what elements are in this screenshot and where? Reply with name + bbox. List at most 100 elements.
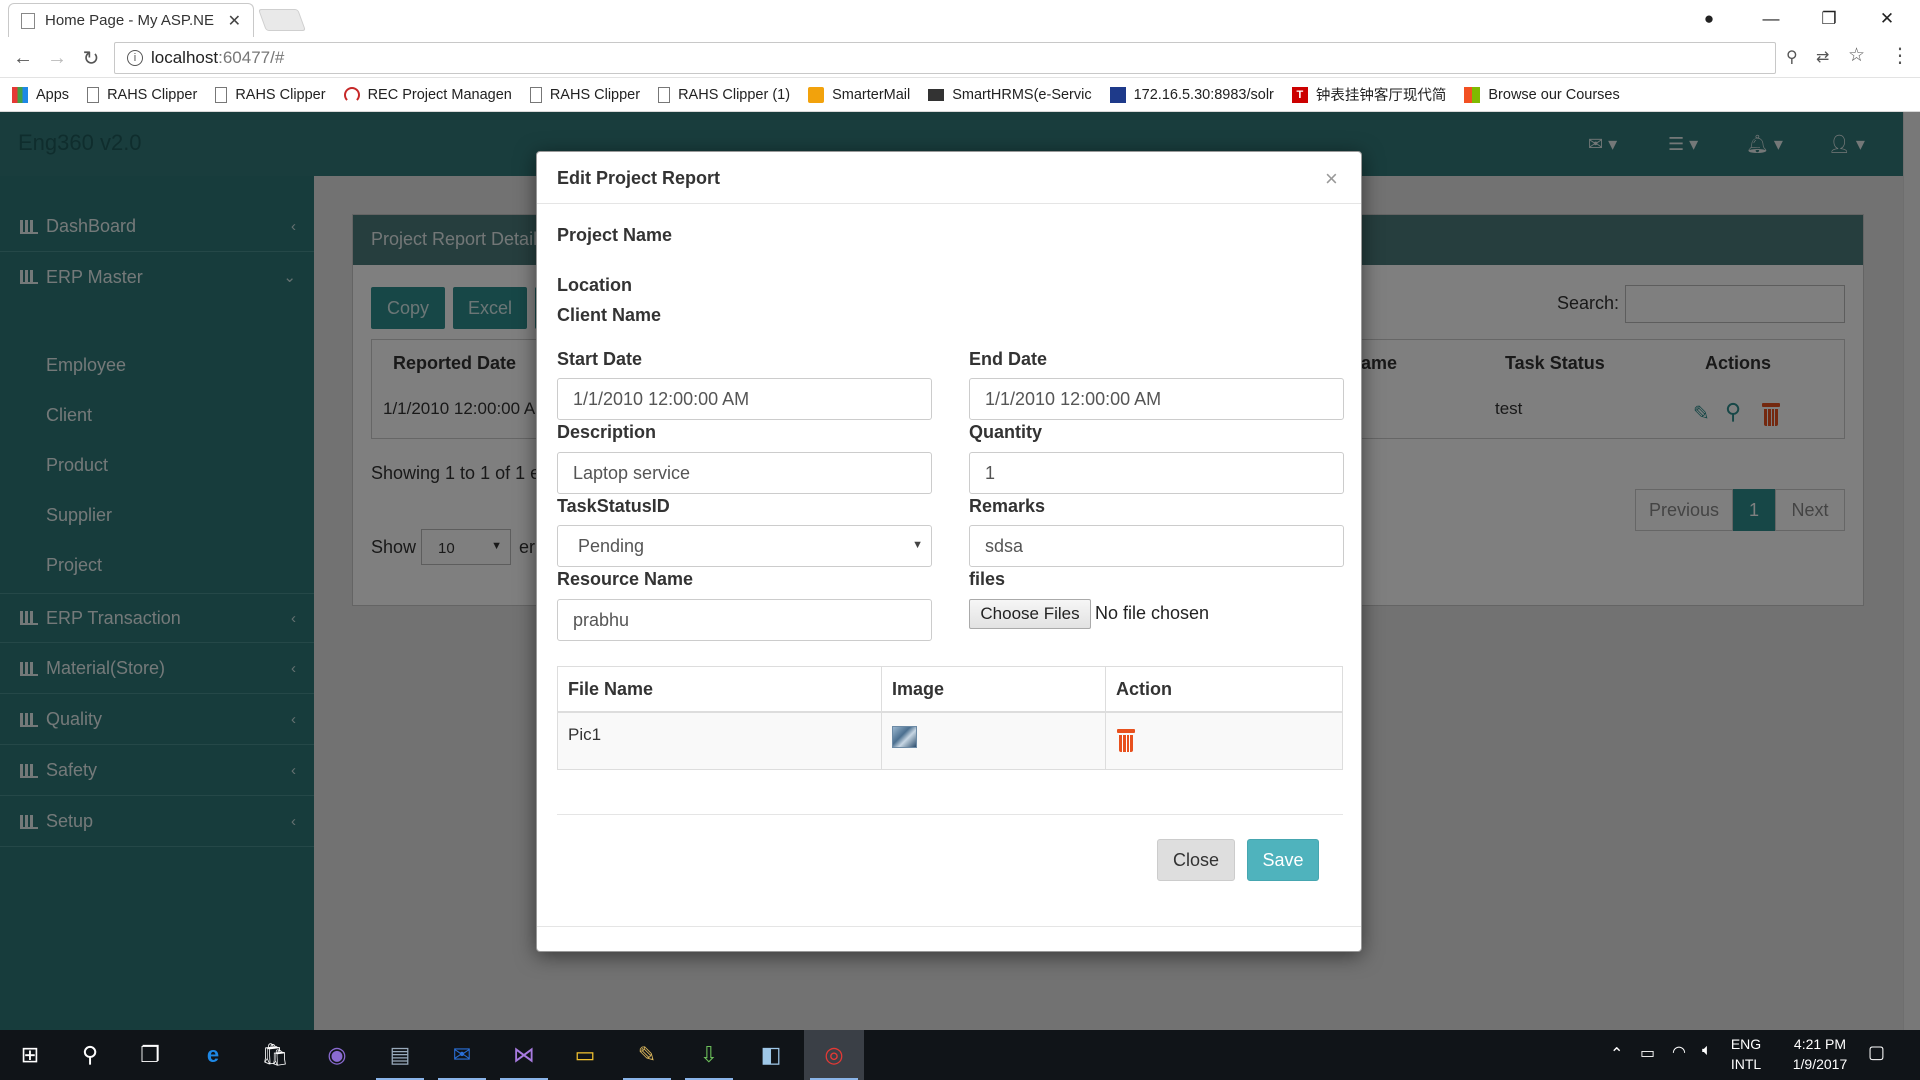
db-tool-icon[interactable]: ▤	[370, 1030, 430, 1080]
table-row: Pic1	[558, 713, 1342, 769]
key-icon[interactable]: ⚲	[1786, 47, 1798, 67]
back-icon[interactable]: ←	[8, 44, 38, 72]
language-code: ENG	[1730, 1036, 1762, 1052]
translate-icon[interactable]: ⇄	[1816, 47, 1829, 67]
divider	[537, 926, 1361, 927]
bookmark-label: RAHS Clipper	[549, 86, 641, 103]
search-icon[interactable]: ⚲	[60, 1030, 120, 1080]
bookmarks-bar: Apps RAHS Clipper RAHS Clipper REC Proje…	[0, 78, 1920, 112]
description-field[interactable]: Laptop service	[557, 452, 932, 494]
label-project-name: Project Name	[557, 225, 673, 245]
tools-icon[interactable]: ✎	[617, 1030, 677, 1080]
end-date-field[interactable]: 1/1/2010 12:00:00 AM	[969, 378, 1344, 420]
label-quantity: Quantity	[969, 422, 1043, 442]
bookmark-label: RAHS Clipper (1)	[678, 86, 791, 103]
site-info-icon[interactable]: i	[127, 50, 143, 66]
resource-name-field[interactable]: prabhu	[557, 599, 932, 641]
modal-header: Edit Project Report ×	[537, 152, 1361, 204]
bookmark-label: 钟表挂钟客厅现代简	[1315, 88, 1447, 104]
start-date-field[interactable]: 1/1/2010 12:00:00 AM	[557, 378, 932, 420]
wifi-icon[interactable]: ◠	[1672, 1042, 1686, 1062]
new-tab-button[interactable]	[257, 9, 307, 31]
bookmark-item[interactable]: RAHS Clipper	[215, 86, 326, 103]
quantity-field[interactable]: 1	[969, 452, 1344, 494]
microsoft-logo-icon	[1464, 86, 1481, 103]
page-icon	[529, 86, 542, 103]
battery-icon[interactable]: ▭	[1640, 1043, 1655, 1063]
column-header-image: Image	[882, 667, 1106, 713]
bookmark-label: RAHS Clipper	[235, 86, 326, 103]
bookmark-label: RAHS Clipper	[107, 86, 198, 103]
browser-tabstrip: Home Page - My ASP.NE ✕ ● — ❐ ✕	[0, 0, 1920, 38]
save-button[interactable]: Save	[1247, 839, 1319, 881]
bookmark-item[interactable]: RAHS Clipper (1)	[658, 86, 791, 103]
visual-studio-icon[interactable]: ⋈	[494, 1030, 554, 1080]
bookmark-apps[interactable]: Apps	[12, 86, 69, 103]
cell-file-name: Pic1	[558, 713, 882, 769]
forward-icon[interactable]: →	[42, 44, 72, 72]
column-header-file-name: File Name	[558, 667, 882, 713]
bookmark-item[interactable]: SmarterMail	[808, 86, 911, 103]
file-explorer-icon[interactable]: ▭	[555, 1030, 615, 1080]
store-icon[interactable]: 🛍︎	[245, 1030, 305, 1080]
file-status-text: No file chosen	[1095, 603, 1210, 623]
modal-close-icon[interactable]: ×	[1325, 166, 1338, 192]
bookmark-item[interactable]: 172.16.5.30:8983/solr	[1109, 86, 1274, 103]
choose-files-button[interactable]: Choose Files	[969, 599, 1091, 629]
task-status-value: Pending	[578, 536, 645, 556]
menu-kebab-icon[interactable]: ⋮	[1890, 43, 1910, 68]
profile-icon[interactable]: ●	[1686, 4, 1732, 34]
address-bar[interactable]: i localhost:60477/#	[114, 42, 1776, 74]
reload-icon[interactable]: ↻	[76, 44, 106, 72]
cell-action	[1106, 713, 1342, 769]
bookmark-item[interactable]: RAHS Clipper	[529, 86, 641, 103]
label-client-name: Client Name	[557, 305, 662, 325]
label-resource-name: Resource Name	[557, 569, 694, 589]
language-indicator[interactable]: ENG INTL	[1726, 1034, 1766, 1074]
close-button[interactable]: Close	[1157, 839, 1235, 881]
bookmark-label: Browse our Courses	[1488, 86, 1620, 103]
mail-icon	[808, 86, 825, 103]
window-close-icon[interactable]: ✕	[1864, 4, 1910, 34]
windows-start-icon[interactable]: ⊞	[0, 1030, 60, 1080]
bookmark-item[interactable]: SmartHRMS(e-Servic	[928, 87, 1092, 103]
column-header-action: Action	[1106, 667, 1342, 713]
bookmark-star-icon[interactable]: ☆	[1848, 44, 1865, 67]
browser-toolbar: ← → ↻ i localhost:60477/# ⚲ ⇄ ☆ ⋮	[0, 38, 1920, 78]
task-status-select[interactable]: Pending ▼	[557, 525, 932, 567]
bookmark-label: REC Project Managen	[367, 86, 512, 103]
label-remarks: Remarks	[969, 496, 1046, 516]
apps-grid-icon	[12, 86, 28, 103]
page-icon	[658, 86, 671, 103]
chrome-icon[interactable]: ◎	[804, 1030, 864, 1080]
label-end-date: End Date	[969, 349, 1048, 369]
bookmark-item[interactable]: T 钟表挂钟客厅现代简	[1291, 84, 1447, 105]
app-icon[interactable]: ◧	[741, 1030, 801, 1080]
divider	[557, 814, 1343, 815]
remarks-field[interactable]: sdsa	[969, 525, 1344, 567]
bookmark-item[interactable]: RAHS Clipper	[87, 86, 198, 103]
edge-browser-icon[interactable]: e	[183, 1030, 243, 1080]
bookmark-label: SmarterMail	[832, 86, 911, 103]
windows-taskbar: ⊞ ⚲ ❐ e 🛍︎ ◉ ▤ ✉ ⋈ ▭ ✎ ⇩ ◧ ◎ ⌃ ▭ ◠ 🔈︎ EN…	[0, 1030, 1920, 1080]
browser-tab[interactable]: Home Page - My ASP.NE ✕	[8, 3, 254, 37]
solr-icon	[1109, 86, 1126, 103]
clock-time: 4:21 PM	[1793, 1036, 1847, 1052]
bookmark-item[interactable]: Browse our Courses	[1464, 86, 1620, 103]
trash-icon[interactable]	[1116, 729, 1136, 753]
task-view-icon[interactable]: ❐	[120, 1030, 180, 1080]
download-icon[interactable]: ⇩	[679, 1030, 739, 1080]
page-favicon-icon	[21, 12, 35, 29]
minimize-icon[interactable]: —	[1748, 4, 1794, 34]
restore-icon[interactable]: ❐	[1806, 4, 1852, 34]
action-center-icon[interactable]: ▢	[1868, 1042, 1885, 1063]
tab-title: Home Page - My ASP.NE	[45, 12, 214, 29]
bookmark-item[interactable]: REC Project Managen	[343, 86, 512, 103]
outlook-icon[interactable]: ✉	[432, 1030, 492, 1080]
clock[interactable]: 4:21 PM 1/9/2017	[1772, 1034, 1868, 1074]
eclipse-icon[interactable]: ◉	[307, 1030, 367, 1080]
volume-icon[interactable]: 🔈︎	[1702, 1042, 1712, 1060]
tab-close-icon[interactable]: ✕	[228, 11, 241, 31]
tray-chevron-up-icon[interactable]: ⌃	[1610, 1044, 1623, 1064]
file-thumbnail-image[interactable]	[892, 726, 917, 748]
